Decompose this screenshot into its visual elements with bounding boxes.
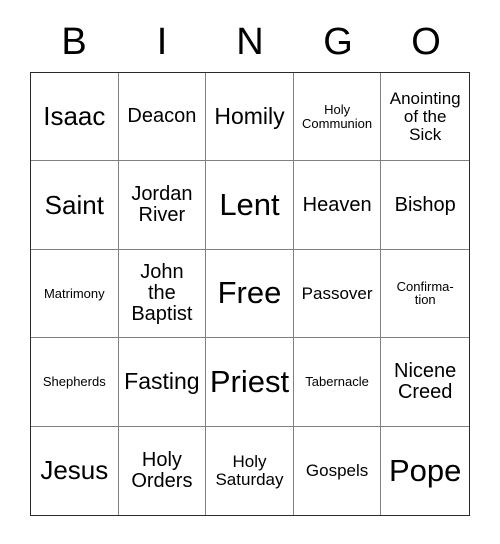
bingo-cell-label: Holy Orders <box>131 449 193 492</box>
bingo-card: B I N G O Isaac Deacon Homily Holy Communion Ano… <box>0 0 500 544</box>
bingo-cell-label: Fasting <box>124 367 200 394</box>
bingo-cell-label: John the Baptist <box>131 261 193 325</box>
bingo-cell-label: Matrimony <box>43 285 105 301</box>
bingo-cell[interactable]: Nicene Creed <box>381 338 469 427</box>
bingo-header: BINGO <box>30 14 470 70</box>
bingo-cell[interactable]: Saint <box>31 161 119 250</box>
bingo-cell-label: Heaven <box>302 193 372 216</box>
bingo-cell[interactable]: Gospels <box>293 426 382 515</box>
bingo-cell[interactable]: Passover <box>293 249 382 339</box>
bingo-cell-label: Nicene Creed <box>394 360 457 403</box>
bingo-cell-label: Lent <box>219 186 280 222</box>
bingo-cell-label: Gospels <box>305 460 369 480</box>
bingo-cell-label: Tabernacle <box>305 374 369 390</box>
bingo-cell-label: Pope <box>388 452 462 488</box>
bingo-grid: Isaac Deacon Homily Holy Communion Anointing… <box>30 72 470 516</box>
bingo-cell[interactable]: Jesus <box>31 426 119 515</box>
bingo-cell[interactable]: Fasting <box>118 338 207 427</box>
bingo-cell-label: Priest <box>209 363 290 399</box>
bingo-cell-label: Holy Communion <box>302 102 373 131</box>
bingo-cell-label: Passover <box>301 283 373 303</box>
bingo-cell-label: Saint <box>44 189 104 220</box>
bingo-cell[interactable]: Isaac <box>31 73 119 162</box>
bingo-cell[interactable]: Deacon <box>118 73 207 162</box>
bingo-cell-label: Holy Saturday <box>215 452 284 489</box>
bingo-cell-label: Homily <box>214 102 285 129</box>
bingo-cell-label: Anointing of the Sick <box>389 89 461 144</box>
bingo-cell[interactable]: Holy Orders <box>118 426 207 515</box>
bingo-cell[interactable]: Anointing of the Sick <box>381 73 469 162</box>
bingo-header-letter-o: O <box>411 21 441 63</box>
bingo-cell[interactable]: Homily <box>206 73 294 162</box>
bingo-cell[interactable]: Shepherds <box>31 338 119 427</box>
bingo-cell[interactable]: Pope <box>381 426 469 515</box>
bingo-cell-label: Jesus <box>40 455 109 486</box>
bingo-header-letter-g: G <box>323 21 353 63</box>
bingo-cell[interactable]: Priest <box>206 338 294 427</box>
bingo-cell[interactable]: Heaven <box>293 161 382 250</box>
bingo-cell-label: Confirma- tion <box>396 278 454 308</box>
bingo-cell[interactable]: Holy Communion <box>293 73 382 162</box>
bingo-cell[interactable]: Tabernacle <box>293 338 382 427</box>
bingo-cell-label: Jordan River <box>131 183 193 227</box>
bingo-cell-label: Shepherds <box>42 374 106 390</box>
bingo-header-letter-b: B <box>61 21 87 63</box>
bingo-cell[interactable]: Matrimony <box>31 249 119 339</box>
bingo-cell[interactable]: Jordan River <box>118 161 207 250</box>
bingo-cell[interactable]: Holy Saturday <box>206 426 294 515</box>
bingo-cell[interactable]: John the Baptist <box>118 249 207 339</box>
bingo-free-space[interactable]: Free <box>206 249 294 339</box>
bingo-cell-label: Bishop <box>394 193 456 216</box>
bingo-cell-label: Free <box>217 275 282 311</box>
bingo-cell-label: Isaac <box>43 101 106 132</box>
bingo-cell-label: Deacon <box>127 105 197 128</box>
bingo-cell[interactable]: Bishop <box>381 161 469 250</box>
bingo-header-letter-i: I <box>156 21 168 63</box>
bingo-cell[interactable]: Confirma- tion <box>381 249 469 339</box>
bingo-cell[interactable]: Lent <box>206 161 294 250</box>
bingo-header-letter-n: N <box>236 21 264 63</box>
